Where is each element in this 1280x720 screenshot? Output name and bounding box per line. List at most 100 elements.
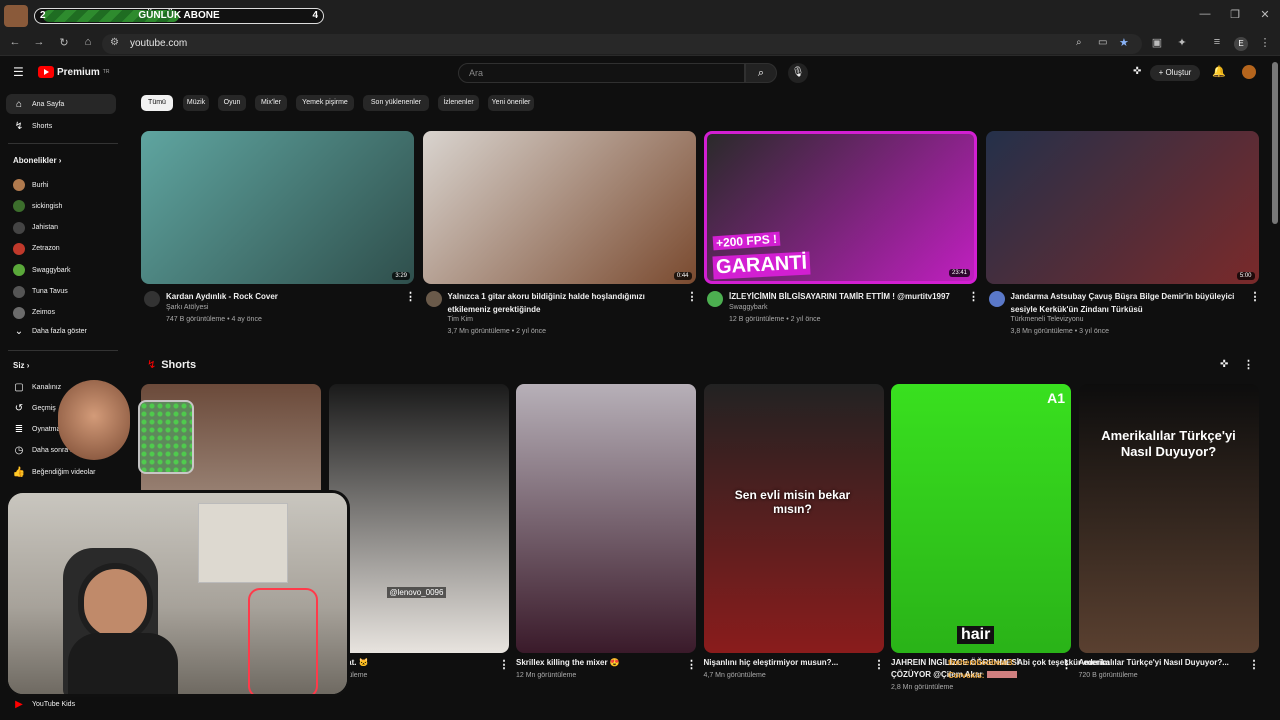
zoom-icon[interactable]: ⌕ — [1076, 37, 1082, 48]
home-browser-icon[interactable]: ⌂ — [81, 36, 95, 48]
sidebar-item-you[interactable]: 👍 Beğendiğim videolar — [6, 462, 116, 482]
sidebar-show-more[interactable]: ⌄ Daha fazla göster — [6, 321, 116, 341]
video-duration: 5:00 — [1236, 272, 1255, 280]
sidebar-item-label: Beğendiğim videolar — [32, 468, 96, 476]
filter-chip[interactable]: İzlenenler — [438, 95, 479, 111]
filter-chip[interactable]: Tümü — [141, 95, 173, 111]
reload-icon[interactable]: ↻ — [57, 36, 71, 49]
puzzle-icon[interactable]: ✦ — [1175, 36, 1189, 49]
short-thumbnail[interactable] — [516, 384, 696, 653]
sidebar-item-shorts[interactable]: ↯ Shorts — [6, 116, 116, 136]
short-title[interactable]: Skrillex killing the mixer 😍 — [516, 657, 686, 669]
divider — [8, 350, 118, 351]
sidebar-item-label: Shorts — [32, 122, 53, 130]
video-more-icon[interactable]: ⋮ — [687, 290, 698, 303]
hamburger-menu-icon[interactable]: ☰ — [13, 65, 24, 79]
sidebar-item-home[interactable]: ⌂ Ana Sayfa — [6, 94, 116, 114]
chat-user: Corvexis: — [948, 671, 985, 680]
channel-avatar[interactable] — [988, 291, 1005, 307]
you-heading[interactable]: Siz › — [13, 361, 29, 370]
short-more-icon[interactable]: ⋮ — [1249, 658, 1260, 671]
divider — [8, 143, 118, 144]
webcam-streamer-shirt — [68, 633, 178, 694]
youtube-logo[interactable]: Premium TR — [38, 66, 109, 78]
short-stats: 2,8 Mn görüntüleme — [891, 684, 954, 691]
short-thumbnail[interactable]: @lenovo_0096 — [328, 384, 509, 653]
sidebar-item-sub[interactable]: Zeimos — [6, 303, 116, 323]
shorts-heading: ↯ Shorts — [147, 358, 196, 372]
video-channel[interactable]: Tim Kim — [448, 314, 473, 326]
video-title[interactable]: Yalnızca 1 gitar akoru bildiğiniz halde … — [448, 290, 673, 316]
video-more-icon[interactable]: ⋮ — [405, 290, 416, 303]
short-thumbnail[interactable]: Amerikalılar Türkçe'yi Nasıl Duyuyor? — [1078, 384, 1259, 653]
short-thumbnail[interactable]: Sen evli misin bekar mısın? — [703, 384, 884, 653]
subscriptions-heading[interactable]: Abonelikler › — [13, 156, 61, 165]
page-scrollbar[interactable] — [1272, 62, 1278, 224]
video-channel[interactable]: Türkmeneli Televizyonu — [1011, 314, 1084, 326]
video-thumbnail[interactable]: 0:44 — [422, 131, 696, 284]
short-title[interactable]: Nişanlını hiç eleştirmiyor musun?... — [704, 657, 874, 669]
channel-avatar — [13, 306, 25, 319]
back-icon[interactable]: ← — [8, 36, 22, 48]
streamer-tool-icon[interactable]: ✜ — [1133, 66, 1141, 77]
video-title[interactable]: Jandarma Astsubay Çavuş Büşra Bilge Demi… — [1011, 290, 1236, 316]
search-button[interactable]: ⌕ — [745, 63, 777, 83]
minimize-icon[interactable]: — — [1198, 8, 1212, 20]
profile-avatar[interactable]: E — [1234, 37, 1248, 51]
video-thumbnail[interactable]: 3:29 — [141, 131, 414, 284]
sidebar-item-label: Tuna Tavus — [32, 288, 68, 295]
channel-avatar[interactable] — [144, 291, 160, 307]
reading-list-icon[interactable]: ≡ — [1210, 36, 1224, 48]
channel-avatar[interactable] — [425, 291, 442, 307]
channel-avatar[interactable] — [707, 291, 723, 307]
maximize-icon[interactable]: ❐ — [1228, 8, 1242, 21]
shorts-tool-icon[interactable]: ✜ — [1220, 359, 1228, 370]
sidebar-item-sub[interactable]: Jahistan — [6, 218, 116, 238]
sidebar-item-sub[interactable]: Zetrazon — [6, 239, 116, 259]
voice-search-button[interactable]: 🎙 — [788, 63, 808, 83]
you-heading-label: Siz — [13, 361, 25, 370]
sidebar-item-sub[interactable]: Burhi — [6, 175, 116, 195]
filter-chip[interactable]: Son yüklenenler — [363, 95, 429, 111]
forward-icon[interactable]: → — [32, 36, 46, 48]
home-icon: ⌂ — [15, 98, 23, 110]
close-icon[interactable]: ✕ — [1258, 8, 1272, 21]
account-avatar[interactable] — [1242, 65, 1256, 79]
extension-icon[interactable]: ▣ — [1150, 36, 1164, 49]
video-thumbnail[interactable]: 5:00 — [985, 131, 1259, 284]
short-title[interactable]: big cat. 🐱 — [329, 657, 499, 669]
video-channel[interactable]: Swaggybark — [729, 302, 768, 314]
filter-chip[interactable]: Mix'ler — [255, 95, 287, 111]
sidebar-item-label: Geçmiş — [32, 404, 56, 412]
sidebar-item-sub[interactable]: sickingish — [6, 196, 116, 216]
video-channel[interactable]: Şarkı Atölyesi — [166, 302, 208, 314]
shorts-more-icon[interactable]: ⋮ — [1243, 358, 1254, 371]
url-field[interactable]: ⚙ youtube.com ⌕ ▭ ★ — [102, 34, 1142, 54]
notifications-bell-icon[interactable]: 🔔 — [1212, 65, 1226, 78]
browser-menu-icon[interactable]: ⋮ — [1258, 36, 1272, 49]
chat-text: Abi çok teşekkür ederim — [1017, 658, 1110, 667]
filter-chip[interactable]: Müzik — [183, 95, 209, 111]
search-input[interactable]: Ara — [458, 63, 745, 83]
site-info-icon[interactable]: ⚙ — [110, 37, 119, 48]
short-more-icon[interactable]: ⋮ — [686, 658, 697, 671]
video-thumbnail[interactable]: +200 FPS ! GARANTİ 23:41 — [704, 131, 977, 284]
short-more-icon[interactable]: ⋮ — [874, 658, 885, 671]
stream-chat-overlay: thehemboobear3: Abi çok teşekkür ederim … — [948, 658, 1110, 680]
webcam-overlay — [5, 490, 350, 697]
sidebar-item-youtube-kids[interactable]: ▶ YouTube Kids — [6, 694, 116, 714]
cast-icon[interactable]: ▭ — [1098, 37, 1107, 48]
sidebar-item-sub[interactable]: Swaggybark — [6, 260, 116, 280]
create-button[interactable]: + Oluştur — [1150, 65, 1200, 81]
filter-chip[interactable]: Yeni öneriler — [488, 95, 534, 111]
short-more-icon[interactable]: ⋮ — [499, 658, 510, 671]
sidebar-item-sub[interactable]: Tuna Tavus — [6, 282, 116, 302]
bookmark-star-icon[interactable]: ★ — [1119, 36, 1129, 49]
filter-chip[interactable]: Yemek pişirme — [296, 95, 354, 111]
short-thumbnail[interactable]: hair A1 — [891, 384, 1071, 653]
video-more-icon[interactable]: ⋮ — [1250, 290, 1261, 303]
video-more-icon[interactable]: ⋮ — [968, 290, 979, 303]
url-text: youtube.com — [130, 38, 188, 49]
filter-chip[interactable]: Oyun — [218, 95, 246, 111]
youtube-kids-icon: ▶ — [15, 698, 23, 710]
